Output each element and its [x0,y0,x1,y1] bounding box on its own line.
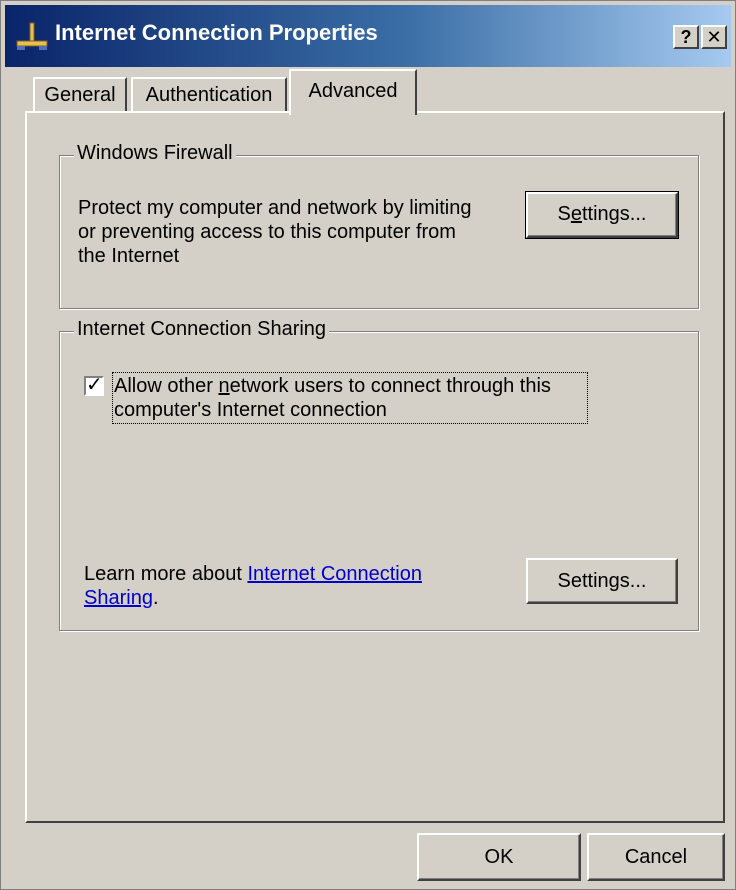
window-title: Internet Connection Properties [55,20,378,45]
allow-sharing-label-line1: Allow other network users to connect thr… [114,374,586,398]
close-button[interactable]: ✕ [701,25,727,49]
firewall-description-line: or preventing access to this computer fr… [78,221,456,243]
allow-sharing-label-start: Allow other [114,375,219,397]
tab-advanced[interactable]: Advanced [289,69,417,115]
help-button[interactable]: ? [673,25,699,49]
tab-general[interactable]: General [33,77,127,113]
firewall-settings-button[interactable]: Settings... [525,191,679,239]
allow-sharing-label-line2: computer's Internet connection [114,399,387,421]
firewall-description-line: Protect my computer and network by limit… [78,197,472,219]
tab-panel-advanced: Windows Firewall Protect my computer and… [25,111,725,823]
checkmark-icon: ✓ [86,372,103,396]
learn-more-text: Learn more about Internet Connection Sha… [84,562,484,610]
title-bar[interactable]: Internet Connection Properties ? ✕ [5,5,731,67]
tab-authentication[interactable]: Authentication [131,77,287,113]
firewall-settings-label-accel: e [570,203,582,225]
firewall-settings-label-end: ttings... [581,203,647,225]
learn-more-prefix: Learn more about [84,563,248,585]
ics-help-link[interactable]: Internet Connection [247,563,422,585]
firewall-description: Protect my computer and network by limit… [78,196,472,268]
learn-more-suffix: . [152,587,159,609]
allow-sharing-label[interactable]: Allow other network users to connect thr… [112,372,588,424]
windows-firewall-legend: Windows Firewall [74,142,236,165]
allow-sharing-label-end: etwork users to connect through this [229,375,551,397]
firewall-settings-label-start: S [557,203,571,225]
dialog-window: Internet Connection Properties ? ✕ Gener… [0,0,736,890]
allow-sharing-label-accel: n [218,375,230,397]
allow-sharing-checkbox[interactable]: ✓ [84,372,104,396]
ok-button[interactable]: OK [417,833,581,881]
ics-legend: Internet Connection Sharing [74,318,330,341]
cancel-button[interactable]: Cancel [587,833,725,881]
learn-more-line1: Learn more about Internet Connection [84,562,484,586]
learn-more-line2: Sharing. [84,586,484,610]
ics-help-link-continued[interactable]: Sharing [84,587,153,609]
ics-settings-button[interactable]: Settings... [526,558,678,604]
firewall-description-line: the Internet [78,245,180,267]
network-connection-icon [16,22,48,50]
internet-connection-sharing-group: Internet Connection Sharing ✓ Allow othe… [59,318,699,631]
windows-firewall-group: Windows Firewall Protect my computer and… [59,142,699,309]
